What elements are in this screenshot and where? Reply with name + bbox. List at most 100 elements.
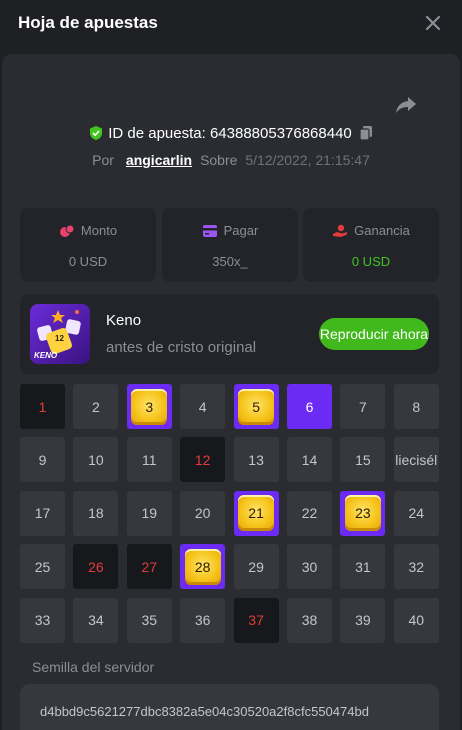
keno-cell[interactable]: 34: [73, 597, 119, 643]
keno-cell[interactable]: 37: [233, 597, 279, 643]
keno-cell[interactable]: 30: [287, 544, 332, 590]
keno-cell[interactable]: 1: [20, 384, 65, 429]
keno-cell[interactable]: 29: [233, 544, 279, 590]
keno-cell[interactable]: 26: [73, 544, 119, 590]
keno-cell-number: 27: [141, 558, 158, 575]
keno-cell-number: 3: [145, 398, 154, 415]
keno-cell-number: 2: [91, 398, 100, 415]
bet-date: 5/12/2022, 21:15:47: [245, 152, 370, 168]
game-thumbnail[interactable]: 12 KENO: [30, 304, 90, 364]
keno-cell[interactable]: 25: [20, 544, 65, 590]
keno-cell-number: 30: [301, 558, 318, 575]
stat-amount-label: Monto: [80, 223, 118, 238]
keno-cell[interactable]: 35: [126, 597, 172, 643]
keno-cell[interactable]: 15: [340, 437, 386, 483]
keno-cell-number: 24: [408, 505, 425, 522]
stat-profit-value: 0 USD: [351, 254, 391, 269]
server-seed-box[interactable]: d4bbd9c5621277dbc8382a5e04c30520a2f8cfc5…: [20, 684, 439, 730]
game-name: Keno: [106, 312, 142, 329]
keno-cell[interactable]: 24: [393, 490, 439, 536]
keno-cell-number: 4: [198, 398, 207, 415]
keno-cell[interactable]: 40: [393, 597, 439, 643]
keno-cell[interactable]: 10: [73, 437, 119, 483]
keno-cell-number: 14: [301, 451, 318, 468]
keno-cell-number: 7: [358, 398, 367, 415]
keno-cell[interactable]: 21: [233, 490, 279, 536]
copy-icon[interactable]: [358, 125, 374, 141]
keno-cell-number: 31: [355, 558, 371, 575]
keno-cell[interactable]: 6: [287, 384, 332, 429]
keno-cell[interactable]: 23: [340, 490, 386, 536]
server-seed-label: Semilla del servidor: [32, 659, 155, 675]
keno-cell[interactable]: 2: [73, 384, 119, 429]
keno-cell-number: 22: [301, 505, 318, 522]
keno-cell-number: 28: [194, 558, 211, 575]
keno-cell-number: 13: [248, 451, 264, 468]
keno-cell[interactable]: 13: [233, 437, 279, 483]
keno-cell-number: 35: [141, 612, 158, 629]
keno-cell-number: 34: [88, 612, 104, 629]
keno-cell-number: 15: [355, 451, 371, 468]
keno-cell[interactable]: 7: [340, 384, 386, 429]
keno-cell[interactable]: 32: [393, 544, 439, 590]
keno-cell-number: 21: [248, 505, 264, 522]
keno-cell[interactable]: 18: [73, 490, 119, 536]
keno-cell-number: 8: [412, 398, 421, 415]
keno-cell-number: 18: [88, 505, 104, 522]
keno-cell[interactable]: 33: [20, 597, 65, 643]
stat-payout-label: Pagar: [223, 223, 259, 238]
keno-cell[interactable]: 28: [180, 544, 226, 590]
game-subtitle: antes de cristo original: [106, 339, 257, 356]
stat-payout: Pagar 350x_: [162, 208, 298, 282]
keno-cell[interactable]: 11: [126, 437, 172, 483]
keno-cell-number: 11: [142, 451, 157, 468]
keno-cell-number: liecisél: [395, 451, 438, 468]
stat-amount-value: 0 USD: [68, 254, 108, 269]
keno-cell[interactable]: 39: [340, 597, 386, 643]
keno-cell[interactable]: 36: [180, 597, 226, 643]
keno-cell[interactable]: 27: [126, 544, 172, 590]
keno-cell-number: 5: [252, 398, 260, 415]
keno-cell[interactable]: 14: [287, 437, 332, 483]
stat-amount: Monto 0 USD: [20, 208, 156, 282]
keno-cell[interactable]: 5: [233, 384, 279, 429]
keno-cell[interactable]: 38: [287, 597, 332, 643]
keno-gem: 28: [184, 548, 221, 585]
bet-id-label: ID de apuesta:: [108, 125, 206, 142]
bet-id-value: 64388805376868440: [209, 125, 352, 142]
shield-check-icon: [88, 125, 104, 141]
keno-cell[interactable]: 12: [180, 437, 226, 483]
keno-cell-number: 26: [88, 558, 104, 575]
keno-cell[interactable]: 31: [340, 544, 386, 590]
bet-author-row: Por angicarlin Sobre 5/12/2022, 21:15:47: [0, 152, 462, 168]
keno-cell-number: 25: [34, 558, 51, 575]
hand-coin-icon: [333, 224, 348, 237]
keno-cell-number: 17: [34, 505, 51, 522]
keno-cell-number: 23: [355, 505, 371, 522]
keno-cell[interactable]: 19: [126, 490, 172, 536]
game-card: 12 KENO Keno antes de cristo original Re…: [20, 294, 439, 374]
keno-cell[interactable]: 20: [180, 490, 226, 536]
keno-cell[interactable]: 9: [20, 437, 65, 483]
close-icon[interactable]: [424, 14, 442, 32]
keno-cell-number: 9: [38, 451, 47, 468]
keno-cell[interactable]: 3: [126, 384, 172, 429]
keno-cell[interactable]: 4: [180, 384, 226, 429]
keno-cell-number: 1: [38, 398, 47, 415]
keno-cell[interactable]: 8: [393, 384, 439, 429]
keno-cell-number: 36: [194, 612, 211, 629]
play-now-button[interactable]: Reproducir ahora: [319, 318, 429, 350]
keno-cell-number: 12: [194, 451, 211, 468]
by-label: Por: [92, 152, 114, 168]
keno-cell[interactable]: 22: [287, 490, 332, 536]
keno-cell[interactable]: 17: [20, 490, 65, 536]
username-link[interactable]: angicarlin: [126, 152, 192, 168]
keno-cell[interactable]: liecisél: [393, 437, 439, 483]
keno-gem: 5: [238, 388, 275, 425]
share-icon[interactable]: [395, 95, 417, 115]
modal-header: Hoja de apuestas: [0, 0, 462, 50]
keno-cell-number: 38: [301, 612, 318, 629]
game-thumb-badge: 12: [55, 334, 64, 343]
keno-cell-number: 33: [34, 612, 51, 629]
bet-id-row: ID de apuesta: 64388805376868440: [0, 125, 462, 142]
